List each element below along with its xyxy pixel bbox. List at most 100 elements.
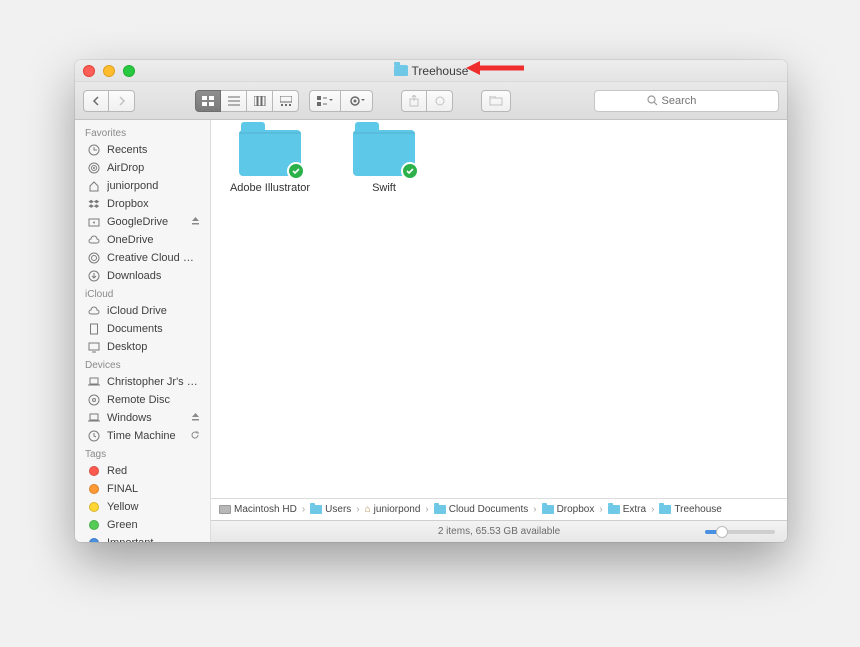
home-icon [87, 180, 101, 192]
sidebar-item[interactable]: Important [75, 534, 210, 542]
share-button[interactable] [401, 90, 427, 112]
forward-button[interactable] [109, 90, 135, 112]
main-area: Adobe IllustratorSwift Macintosh HD›User… [211, 120, 787, 542]
search-input[interactable] [662, 95, 727, 107]
sidebar-item-label: OneDrive [107, 234, 200, 246]
sidebar-item-label: Documents [107, 323, 200, 335]
sidebar-item-label: Downloads [107, 270, 200, 282]
tag-dot-icon [87, 502, 101, 512]
search-field[interactable] [594, 90, 779, 112]
path-segment[interactable]: Dropbox [542, 504, 595, 515]
sidebar-item-label: Desktop [107, 341, 200, 353]
sidebar-item-label: Dropbox [107, 198, 200, 210]
nav-buttons [83, 90, 135, 112]
icon-size-slider[interactable] [705, 530, 775, 534]
sidebar-item-label: juniorpond [107, 180, 200, 192]
sidebar-item[interactable]: iCloud Drive [75, 302, 210, 320]
sidebar-item-label: Creative Cloud Files [107, 252, 200, 264]
cc-icon [87, 252, 101, 264]
sidebar-item[interactable]: Desktop [75, 338, 210, 356]
sidebar-item[interactable]: Downloads [75, 267, 210, 285]
window-title-text: Treehouse [412, 64, 469, 78]
sidebar-item[interactable]: Dropbox [75, 195, 210, 213]
home-icon: ⌂ [365, 504, 371, 515]
status-text: 2 items, 65.53 GB available [438, 526, 560, 537]
icon-view-button[interactable] [195, 90, 221, 112]
path-segment[interactable]: Treehouse [659, 504, 721, 515]
cloud-icon [87, 234, 101, 246]
finder-window: Treehouse FavoritesR [75, 60, 787, 542]
maximize-button[interactable] [123, 65, 135, 77]
path-segment[interactable]: Extra [608, 504, 646, 515]
folder-icon [608, 505, 620, 514]
sidebar-item-label: Red [107, 465, 200, 477]
eject-icon[interactable] [191, 412, 200, 424]
sidebar-item-label: AirDrop [107, 162, 200, 174]
window-title: Treehouse [75, 64, 787, 78]
drive-icon [87, 216, 101, 228]
share-buttons [401, 90, 453, 112]
path-label: Extra [623, 504, 646, 515]
gallery-view-button[interactable] [273, 90, 299, 112]
sidebar-item[interactable]: Red [75, 462, 210, 480]
sidebar-item-label: FINAL [107, 483, 200, 495]
sidebar-item-label: iCloud Drive [107, 305, 200, 317]
list-view-button[interactable] [221, 90, 247, 112]
back-button[interactable] [83, 90, 109, 112]
sidebar-item[interactable]: Documents [75, 320, 210, 338]
close-button[interactable] [83, 65, 95, 77]
path-label: juniorpond [374, 504, 421, 515]
sidebar-item[interactable]: Christopher Jr's Ret… [75, 373, 210, 391]
minimize-button[interactable] [103, 65, 115, 77]
sidebar-item[interactable]: juniorpond [75, 177, 210, 195]
titlebar: Treehouse [75, 60, 787, 82]
path-segment[interactable]: Macintosh HD [219, 504, 297, 515]
sidebar-section-header: Devices [75, 356, 210, 373]
column-view-button[interactable] [247, 90, 273, 112]
tag-dot-icon [87, 484, 101, 494]
recents-icon [87, 144, 101, 156]
folder-item[interactable]: Swift [339, 130, 429, 194]
refresh-icon[interactable] [190, 430, 200, 443]
arrange-button[interactable] [309, 90, 341, 112]
eject-icon[interactable] [191, 216, 200, 228]
sidebar-item-label: Christopher Jr's Ret… [107, 376, 200, 388]
sidebar-item[interactable]: OneDrive [75, 231, 210, 249]
sidebar-item-label: Yellow [107, 501, 200, 513]
sidebar-item[interactable]: Recents [75, 141, 210, 159]
sidebar-item[interactable]: Windows [75, 409, 210, 427]
sync-check-icon [287, 162, 305, 180]
folder-icon [353, 130, 415, 176]
content-area[interactable]: Adobe Illustrator Swift [211, 120, 787, 498]
folder-item[interactable]: Adobe Illustrator [225, 130, 315, 194]
view-mode-buttons [195, 90, 299, 112]
path-segment[interactable]: Users [310, 504, 351, 515]
path-bar: Macintosh HD›Users›⌂juniorpond›Cloud Doc… [211, 498, 787, 520]
sidebar-item[interactable]: Creative Cloud Files [75, 249, 210, 267]
path-separator: › [300, 504, 307, 515]
path-separator: › [597, 504, 604, 515]
path-label: Macintosh HD [234, 504, 297, 515]
action-button[interactable] [341, 90, 373, 112]
path-label: Treehouse [674, 504, 721, 515]
sidebar: FavoritesRecents AirDrop juniorpond Dropbox… [75, 120, 211, 542]
sidebar-section-header: Favorites [75, 124, 210, 141]
tags-button[interactable] [427, 90, 453, 112]
timemachine-icon [87, 430, 101, 442]
folder-label: Adobe Illustrator [225, 182, 315, 194]
path-separator: › [423, 504, 430, 515]
dropbox-button[interactable] [481, 90, 511, 112]
documents-icon [87, 323, 101, 335]
sidebar-item[interactable]: FINAL [75, 480, 210, 498]
path-segment[interactable]: Cloud Documents [434, 504, 528, 515]
sidebar-item-label: GoogleDrive [107, 216, 185, 228]
sidebar-item[interactable]: Yellow [75, 498, 210, 516]
sidebar-item[interactable]: Remote Disc [75, 391, 210, 409]
sidebar-item[interactable]: Green [75, 516, 210, 534]
sidebar-item[interactable]: GoogleDrive [75, 213, 210, 231]
sidebar-item[interactable]: AirDrop [75, 159, 210, 177]
sidebar-item[interactable]: Time Machine [75, 427, 210, 445]
path-segment[interactable]: ⌂juniorpond [365, 504, 421, 515]
path-label: Cloud Documents [449, 504, 528, 515]
disc-icon [87, 394, 101, 406]
